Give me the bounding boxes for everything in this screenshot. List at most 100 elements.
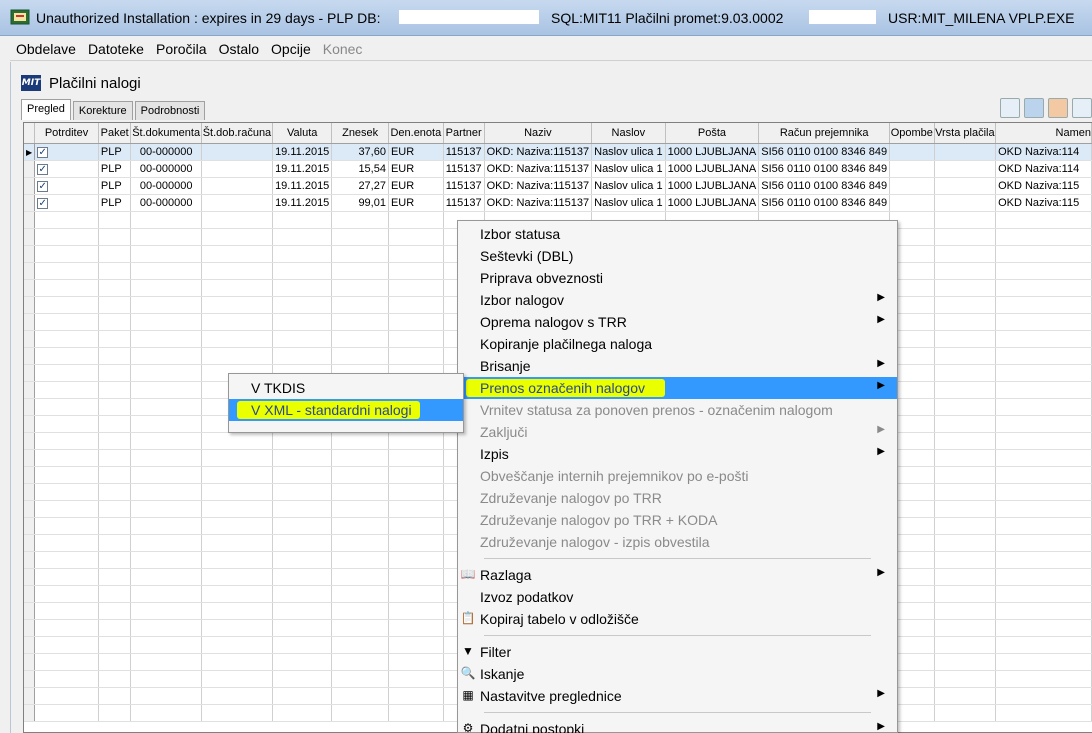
checkbox[interactable]: ✓: [37, 197, 49, 209]
table-cell[interactable]: [934, 143, 997, 161]
row-indicator[interactable]: [24, 177, 36, 195]
menu-item-dodatni-postopki[interactable]: ⚙ Dodatni postopki ▶: [458, 718, 897, 733]
table-cell[interactable]: 1000 LJUBLJANA: [665, 194, 760, 212]
table-cell[interactable]: EUR: [388, 194, 444, 212]
confirm-checkbox-cell[interactable]: ✓: [34, 194, 99, 212]
checkbox[interactable]: ✓: [37, 146, 49, 158]
menu-opcije[interactable]: Opcije: [265, 37, 317, 61]
table-cell[interactable]: 00-000000: [130, 177, 202, 195]
table-cell[interactable]: EUR: [388, 160, 444, 178]
table-cell[interactable]: OKD: Naziva:115137: [484, 160, 593, 178]
table-cell[interactable]: OKD Naziva:115: [995, 194, 1092, 212]
menu-item-iskanje[interactable]: 🔍 Iskanje: [458, 663, 897, 685]
table-cell[interactable]: EUR: [388, 143, 444, 161]
table-cell[interactable]: OKD Naziva:114: [995, 143, 1092, 161]
table-cell[interactable]: EUR: [388, 177, 444, 195]
table-cell[interactable]: 99,01: [331, 194, 389, 212]
table-cell[interactable]: [889, 160, 935, 178]
document-icon[interactable]: [1000, 98, 1020, 118]
menu-item-sestevki-dbl[interactable]: Seštevki (DBL): [458, 245, 897, 267]
menu-ostalo[interactable]: Ostalo: [213, 37, 265, 61]
table-cell[interactable]: 19.11.2015: [272, 194, 333, 212]
column-header[interactable]: Naslov: [591, 123, 666, 144]
extra-icon[interactable]: [1072, 98, 1092, 118]
table-cell[interactable]: Naslov ulica 1: [591, 143, 666, 161]
menu-item-priprava-obveznosti[interactable]: Priprava obveznosti: [458, 267, 897, 289]
table-cell[interactable]: [889, 177, 935, 195]
menu-item-prenos-oznacenih-nalogov[interactable]: Prenos označenih nalogov ▶: [458, 377, 897, 399]
table-cell[interactable]: [889, 194, 935, 212]
table-cell[interactable]: SI56 0110 0100 8346 849: [758, 194, 891, 212]
menu-item-izvoz-podatkov[interactable]: Izvoz podatkov: [458, 586, 897, 608]
menu-porocila[interactable]: Poročila: [150, 37, 213, 61]
column-header[interactable]: Vrsta plačila: [934, 123, 997, 144]
menu-item-vrnitev-statusa-za-ponoven-prenos-oznacenim-nalogom[interactable]: Vrnitev statusa za ponoven prenos - ozna…: [458, 399, 897, 421]
table-cell[interactable]: PLP: [98, 194, 132, 212]
table-cell[interactable]: 15,54: [331, 160, 389, 178]
table-cell[interactable]: 1000 LJUBLJANA: [665, 160, 760, 178]
menu-item-izbor-statusa[interactable]: Izbor statusa: [458, 223, 897, 245]
table-cell[interactable]: 19.11.2015: [272, 177, 333, 195]
table-cell[interactable]: 00-000000: [130, 160, 202, 178]
menu-item-kopiranje-placilnega-naloga[interactable]: Kopiranje plačilnega naloga: [458, 333, 897, 355]
table-cell[interactable]: 1000 LJUBLJANA: [665, 177, 760, 195]
row-indicator[interactable]: [24, 160, 36, 178]
column-header[interactable]: Potrditev: [34, 123, 99, 144]
table-cell[interactable]: [201, 160, 274, 178]
menu-item-obvescanje-internih-prejemnikov-po-e-posti[interactable]: Obveščanje internih prejemnikov po e-poš…: [458, 465, 897, 487]
menu-item-zdruzevanje-nalogov-po-trr[interactable]: Združevanje nalogov po TRR: [458, 487, 897, 509]
table-cell[interactable]: SI56 0110 0100 8346 849: [758, 143, 891, 161]
column-header[interactable]: Opombe: [889, 123, 935, 144]
row-indicator[interactable]: ▶: [24, 143, 36, 161]
column-header[interactable]: Pošta: [665, 123, 760, 144]
tab-podrobnosti[interactable]: Podrobnosti: [134, 101, 206, 120]
confirm-checkbox-cell[interactable]: ✓: [34, 160, 99, 178]
table-cell[interactable]: 00-000000: [130, 194, 202, 212]
table-row[interactable]: ✓ PLP 00-000000 19.11.2015 27,27 EUR 115137 OKD…: [24, 177, 1092, 195]
table-cell[interactable]: Naslov ulica 1: [591, 160, 666, 178]
table-cell[interactable]: OKD: Naziva:115137: [484, 143, 593, 161]
table-cell[interactable]: [889, 143, 935, 161]
table-cell[interactable]: OKD Naziva:114: [995, 160, 1092, 178]
table-cell[interactable]: 115137: [443, 143, 485, 161]
column-header[interactable]: Št.dokumenta: [130, 123, 202, 144]
table-cell[interactable]: PLP: [98, 177, 132, 195]
table-cell[interactable]: [201, 177, 274, 195]
column-header[interactable]: Naziv: [484, 123, 593, 144]
table-cell[interactable]: [934, 160, 997, 178]
column-header[interactable]: Št.dob.računa: [201, 123, 274, 144]
column-header[interactable]: Namen: [995, 123, 1092, 144]
menu-item-kopiraj-tabelo-v-odlozisce[interactable]: 📋 Kopiraj tabelo v odložišče: [458, 608, 897, 630]
tab-korekture[interactable]: Korekture: [72, 101, 133, 120]
row-indicator[interactable]: [24, 194, 36, 212]
export-icon[interactable]: [1048, 98, 1068, 118]
menu-item-zdruzevanje-nalogov-po-trr-koda[interactable]: Združevanje nalogov po TRR + KODA: [458, 509, 897, 531]
submenu-item-v-tkdis[interactable]: V TKDIS: [229, 377, 463, 399]
menu-item-razlaga[interactable]: 📖 Razlaga ▶: [458, 564, 897, 586]
column-header[interactable]: Partner: [443, 123, 485, 144]
table-cell[interactable]: OKD: Naziva:115137: [484, 194, 593, 212]
table-row[interactable]: ✓ PLP 00-000000 19.11.2015 15,54 EUR 115137 OKD…: [24, 160, 1092, 178]
table-cell[interactable]: 115137: [443, 194, 485, 212]
checkbox[interactable]: ✓: [37, 180, 49, 192]
confirm-checkbox-cell[interactable]: ✓: [34, 177, 99, 195]
checkbox[interactable]: ✓: [37, 163, 49, 175]
table-cell[interactable]: 1000 LJUBLJANA: [665, 143, 760, 161]
menu-item-izbor-nalogov[interactable]: Izbor nalogov ▶: [458, 289, 897, 311]
menu-item-zakljuci[interactable]: Zaključi ▶: [458, 421, 897, 443]
table-cell[interactable]: 19.11.2015: [272, 143, 333, 161]
column-header[interactable]: Znesek: [331, 123, 389, 144]
column-header[interactable]: Valuta: [272, 123, 333, 144]
table-cell[interactable]: 27,27: [331, 177, 389, 195]
menu-item-zdruzevanje-nalogov-izpis-obvestila[interactable]: Združevanje nalogov - izpis obvestila: [458, 531, 897, 553]
table-cell[interactable]: 37,60: [331, 143, 389, 161]
table-cell[interactable]: [934, 177, 997, 195]
confirm-checkbox-cell[interactable]: ✓: [34, 143, 99, 161]
table-cell[interactable]: [201, 143, 274, 161]
column-header[interactable]: Den.enota: [388, 123, 444, 144]
tab-pregled[interactable]: Pregled: [21, 99, 71, 120]
table-cell[interactable]: 19.11.2015: [272, 160, 333, 178]
table-cell[interactable]: 115137: [443, 177, 485, 195]
menu-obdelave[interactable]: Obdelave: [10, 37, 82, 61]
print-icon[interactable]: [1024, 98, 1044, 118]
